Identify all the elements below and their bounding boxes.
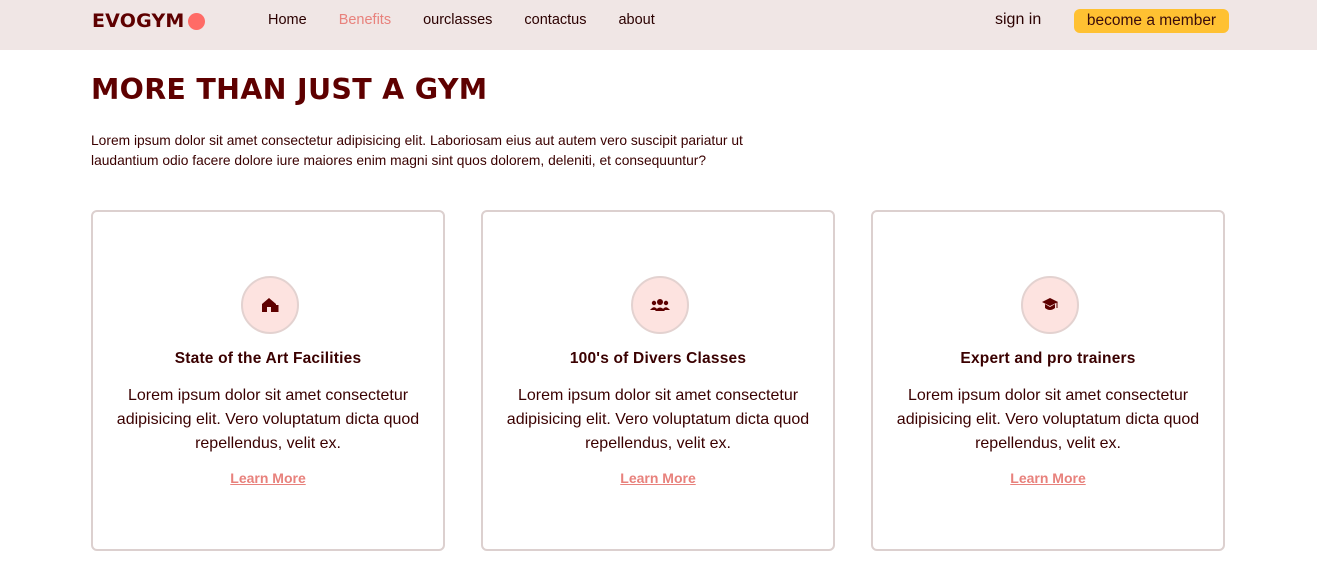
nav-link-home[interactable]: Home (268, 12, 307, 28)
logo[interactable]: EVOGYM (92, 10, 205, 32)
become-member-button[interactable]: become a member (1074, 9, 1229, 33)
navbar: EVOGYM Home Benefits ourclasses contactu… (0, 0, 1317, 50)
nav-link-contactus[interactable]: contactus (524, 12, 586, 28)
logo-text: EVOGYM (92, 10, 185, 32)
card-text: Lorem ipsum dolor sit amet consectetur a… (116, 387, 420, 452)
nav-links: Home Benefits ourclasses contactus about (268, 12, 655, 28)
nav-link-ourclasses[interactable]: ourclasses (423, 12, 492, 28)
home-icon (241, 276, 299, 334)
learn-more-link[interactable]: Learn More (483, 470, 833, 486)
learn-more-link[interactable]: Learn More (873, 470, 1223, 486)
card-title: Expert and pro trainers (960, 350, 1136, 367)
card-text: Lorem ipsum dolor sit amet consectetur a… (896, 387, 1200, 452)
learn-more-link[interactable]: Learn More (93, 470, 443, 486)
benefit-card-trainers: Expert and pro trainers Lorem ipsum dolo… (871, 210, 1225, 551)
nav-link-benefits[interactable]: Benefits (339, 12, 391, 28)
sign-in-link[interactable]: sign in (995, 11, 1041, 29)
card-title: State of the Art Facilities (174, 350, 362, 367)
intro-text: Lorem ipsum dolor sit amet consectetur a… (91, 133, 743, 168)
card-text: Lorem ipsum dolor sit amet consectetur a… (506, 387, 810, 452)
nav-link-about[interactable]: about (618, 12, 654, 28)
benefit-card-facilities: State of the Art Facilities Lorem ipsum … (91, 210, 445, 551)
logo-dot-icon (187, 12, 205, 30)
graduation-cap-icon (1021, 276, 1079, 334)
card-title: 100's of Divers Classes (569, 350, 747, 367)
page-title: MORE THAN JUST A GYM (91, 73, 488, 106)
users-icon (631, 276, 689, 334)
benefit-card-classes: 100's of Divers Classes Lorem ipsum dolo… (481, 210, 835, 551)
